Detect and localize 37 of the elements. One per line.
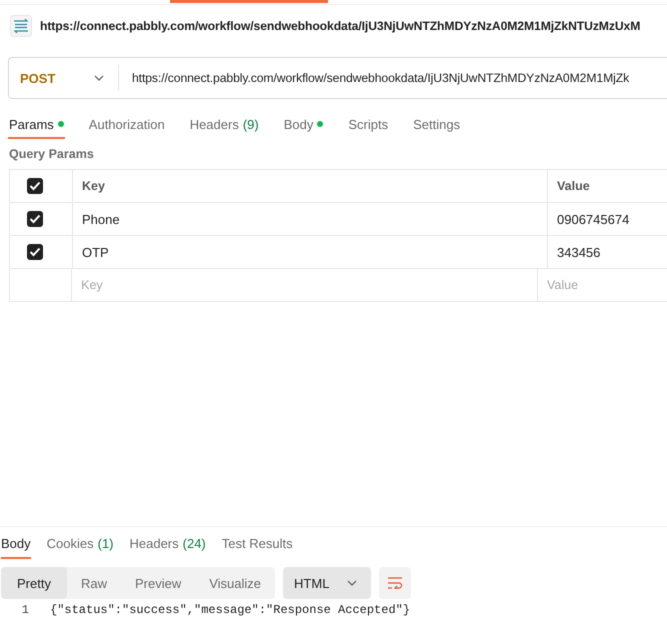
view-mode-button[interactable]: Raw xyxy=(66,567,121,599)
response-tab[interactable]: Test Results xyxy=(222,529,293,559)
view-mode-button[interactable]: Visualize xyxy=(195,567,276,599)
url-field[interactable]: https://connect.pabbly.com/workflow/sendwebhookdata/IjU3NjUwNTZhMDYzNzA0M2M1MjZk xyxy=(118,57,667,99)
request-tab[interactable]: Settings xyxy=(412,111,462,139)
column-header: Key xyxy=(82,179,105,193)
chevron-icon xyxy=(94,75,104,81)
checkbox[interactable] xyxy=(27,178,43,194)
request-tab[interactable]: Params xyxy=(8,111,65,139)
request-tab[interactable]: Body xyxy=(282,111,324,139)
format-dropdown[interactable]: HTML xyxy=(283,567,372,599)
param-value: 343456 xyxy=(557,244,600,260)
response-tab[interactable]: Body xyxy=(1,529,31,559)
http-icon xyxy=(10,15,32,37)
view-mode-button[interactable]: Pretty xyxy=(1,567,67,599)
request-tab[interactable]: Headers (9) xyxy=(188,111,260,139)
checkbox[interactable] xyxy=(27,244,43,260)
request-tab[interactable]: Authorization xyxy=(88,111,166,139)
line-number: 1 xyxy=(20,603,30,617)
request-tab[interactable]: Scripts xyxy=(347,111,390,139)
column-header: Value xyxy=(557,179,590,193)
value-input[interactable]: Value xyxy=(547,278,667,292)
checkbox[interactable] xyxy=(27,211,43,227)
chevron-icon xyxy=(347,580,358,586)
key-input[interactable]: Key xyxy=(81,278,202,292)
view-mode-button[interactable]: Preview xyxy=(120,567,196,599)
response-tab[interactable]: Cookies (1) xyxy=(46,529,114,559)
param-key: OTP xyxy=(82,244,109,260)
request-title: https://connect.pabbly.com/workflow/sendwebhookdata/IjU3NjUwNTZhMDYzNzA0M2M1MjZkNTUzMzUxM xyxy=(40,19,640,33)
param-key: Phone xyxy=(82,212,120,226)
wrap-icon xyxy=(387,577,404,589)
code-text: {"status":"success","message":"Response Accepted"} xyxy=(50,603,410,617)
method-dropdown[interactable]: POST xyxy=(8,57,118,99)
response-tab[interactable]: Headers (24) xyxy=(130,529,206,559)
section-title: Query Params xyxy=(9,147,95,161)
param-value: 0906745674 xyxy=(557,212,630,226)
wrap-lines-button[interactable] xyxy=(379,567,412,599)
